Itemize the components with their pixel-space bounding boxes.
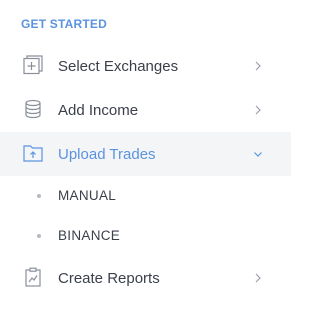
sidebar-item-label: Upload Trades <box>58 145 156 163</box>
sidebar-item-select-exchanges[interactable]: Select Exchanges <box>0 44 291 88</box>
subitem-label: MANUAL <box>58 188 117 203</box>
sidebar-item-label: Select Exchanges <box>58 57 179 75</box>
subitem-binance[interactable]: BINANCE <box>0 221 291 251</box>
bullet-icon <box>37 194 41 198</box>
subitem-label: BINANCE <box>58 228 121 243</box>
clipboard-chart-icon <box>25 267 41 287</box>
section-title: GET STARTED <box>21 17 107 31</box>
sidebar: GET STARTED Select Exchanges Add Income <box>0 0 291 321</box>
chevron-right-icon <box>255 273 261 283</box>
coin-stack-icon <box>25 99 41 119</box>
sidebar-item-add-income[interactable]: Add Income <box>0 88 291 132</box>
chevron-right-icon <box>255 61 261 71</box>
subitem-manual[interactable]: MANUAL <box>0 181 291 211</box>
sidebar-item-label: Add Income <box>58 101 139 119</box>
bullet-icon <box>37 234 41 238</box>
chevron-down-icon <box>254 152 262 157</box>
folder-upload-icon <box>23 145 43 162</box>
chevron-right-icon <box>255 105 261 115</box>
sidebar-item-label: Create Reports <box>58 269 160 287</box>
sidebar-item-upload-trades[interactable]: Upload Trades <box>0 132 291 176</box>
window-plus-icon <box>23 55 43 75</box>
sidebar-item-create-reports[interactable]: Create Reports <box>0 256 291 300</box>
